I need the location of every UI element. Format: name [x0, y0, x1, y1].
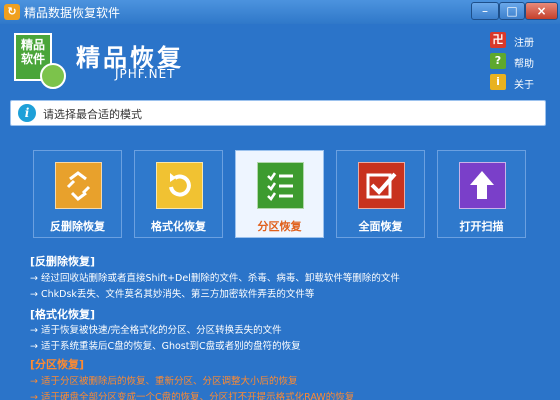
mode-full-label: 全面恢复 — [358, 220, 403, 233]
site-url: JPHF.NET — [115, 67, 176, 81]
desc-line: → 适于分区被删除后的恢复、重新分区、分区调整大小后的恢复 — [30, 376, 298, 387]
help-icon: ? — [490, 53, 506, 69]
mode-partition-button[interactable]: 分区恢复 — [235, 150, 324, 238]
mode-format-label: 格式化恢复 — [151, 220, 206, 233]
mode-full-button[interactable]: 全面恢复 — [336, 150, 425, 238]
desc-format-heading: [格式化恢复] — [30, 308, 96, 321]
up-arrow-icon — [459, 162, 506, 209]
mode-prompt-text: 请选择最合适的模式 — [43, 108, 142, 121]
mode-open-scan-button[interactable]: 打开扫描 — [437, 150, 526, 238]
mode-prompt-bar: i 请选择最合适的模式 — [10, 100, 546, 126]
recycle-icon — [55, 162, 102, 209]
desc-partition-heading: [分区恢复] — [30, 358, 85, 371]
mode-open-scan-label: 打开扫描 — [459, 220, 504, 233]
register-icon: 卍 — [490, 32, 506, 48]
desc-line: → ChkDsk丢失、文件莫名其妙消失、第三方加密软件弄丢的文件等 — [30, 289, 315, 300]
title-bar[interactable]: ↻ 精品数据恢复软件 – □ × — [0, 0, 560, 24]
info-icon: i — [18, 104, 36, 122]
help-link[interactable]: ? 帮助 — [490, 53, 550, 71]
help-label: 帮助 — [514, 59, 534, 70]
desc-undelete-heading: [反删除恢复] — [30, 255, 96, 268]
minimize-button[interactable]: – — [471, 2, 499, 20]
checklist-icon — [257, 162, 304, 209]
desc-line: → 适于硬盘全部分区变成一个C盘的恢复、分区打不开提示格式化RAW的恢复 — [30, 392, 355, 400]
desc-line: → 适于恢复被快速/完全格式化的分区、分区转换丢失的文件 — [30, 325, 282, 336]
app-logo: 精品 软件 — [14, 33, 66, 89]
desc-line: → 适于系统重装后C盘的恢复、Ghost到C盘或者别的盘符的恢复 — [30, 341, 301, 352]
about-label: 关于 — [514, 80, 534, 91]
register-label: 注册 — [514, 38, 534, 49]
mode-undelete-button[interactable]: 反删除恢复 — [33, 150, 122, 238]
check-box-icon — [358, 162, 405, 209]
window-title: 精品数据恢复软件 — [24, 6, 121, 20]
close-button[interactable]: × — [525, 2, 558, 20]
register-link[interactable]: 卍 注册 — [490, 32, 550, 50]
about-icon: i — [490, 74, 506, 90]
refresh-icon — [156, 162, 203, 209]
app-window: ↻ 精品数据恢复软件 – □ × 精品 软件 精品恢复 JPHF.NET 卍 注册… — [0, 0, 560, 400]
desc-line: → 经过回收站删除或者直接Shift+Del删除的文件、杀毒、病毒、卸载软件等删… — [30, 273, 400, 284]
mode-format-button[interactable]: 格式化恢复 — [134, 150, 223, 238]
mode-undelete-label: 反删除恢复 — [50, 220, 105, 233]
logo-arrow-icon — [40, 63, 66, 89]
maximize-button[interactable]: □ — [499, 2, 525, 20]
mode-partition-label: 分区恢复 — [257, 220, 302, 233]
about-link[interactable]: i 关于 — [490, 74, 550, 92]
app-icon: ↻ — [4, 4, 20, 20]
